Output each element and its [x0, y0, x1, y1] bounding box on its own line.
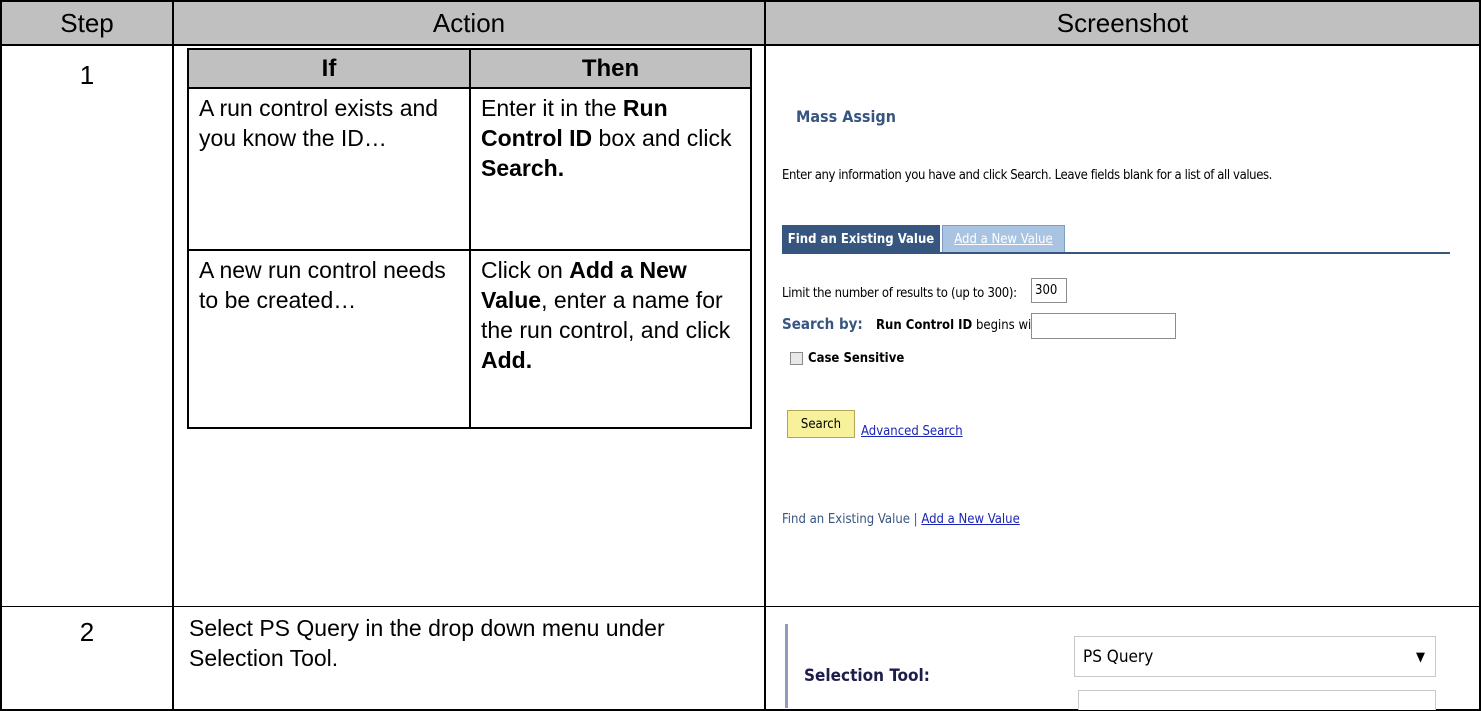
- selection-tool-label: Selection Tool:: [804, 666, 930, 686]
- inner-row2-then-bold2: Add.: [481, 347, 533, 373]
- inner-row2-if: A new run control needs to be created…: [187, 250, 470, 429]
- instructions-text: Enter any information you have and click…: [782, 168, 1272, 183]
- tab-add-new-value[interactable]: Add a New Value: [942, 225, 1065, 253]
- row2-action-cell: Select PS Query in the drop down menu un…: [173, 607, 765, 711]
- search-button[interactable]: Search: [787, 410, 855, 438]
- selection-left-bar: [785, 624, 788, 708]
- header-step-label: Step: [60, 8, 114, 38]
- search-by-label: Search by:: [782, 315, 863, 333]
- selection-next-field: [1078, 690, 1436, 710]
- selection-tool-value: PS Query: [1083, 646, 1154, 667]
- inner-header-if: If: [187, 48, 470, 88]
- selection-tool-dropdown[interactable]: PS Query ▼: [1074, 636, 1436, 677]
- inner-row2-then-pre: Click on: [481, 257, 570, 283]
- header-step: Step: [0, 0, 173, 46]
- inner-row1-if-text: A run control exists and you know the ID…: [199, 95, 439, 151]
- footer-links: Find an Existing Value | Add a New Value: [782, 512, 1020, 527]
- footer-find-existing-link[interactable]: Find an Existing Value: [782, 512, 910, 527]
- tab-add-label: Add a New Value: [954, 231, 1053, 247]
- search-field-name: Run Control ID: [876, 318, 973, 333]
- row1-step-number: 1: [79, 60, 95, 90]
- header-action: Action: [173, 0, 765, 46]
- inner-row2-then: Click on Add a New Value, enter a name f…: [470, 250, 752, 429]
- inner-header-then-label: Then: [581, 54, 640, 82]
- inner-row1-then-pre: Enter it in the: [481, 95, 623, 121]
- tab-find-existing-value[interactable]: Find an Existing Value: [782, 225, 940, 253]
- row2-action-text: Select PS Query in the drop down menu un…: [189, 615, 665, 671]
- case-sensitive-label: Case Sensitive: [808, 351, 905, 366]
- advanced-search-link[interactable]: Advanced Search: [861, 424, 963, 439]
- inner-row1-then: Enter it in the Run Control ID box and c…: [470, 88, 752, 250]
- row1-step-cell: 1: [0, 46, 173, 607]
- run-control-id-input[interactable]: [1031, 313, 1176, 339]
- footer-separator: |: [913, 512, 918, 527]
- tab-underline: [782, 252, 1450, 254]
- inner-row1-then-bold2: Search.: [481, 155, 565, 181]
- inner-header-if-label: If: [321, 54, 337, 82]
- footer-add-new-link[interactable]: Add a New Value: [921, 512, 1019, 527]
- page-title: Mass Assign: [796, 107, 896, 126]
- inner-row1-then-mid: box and click: [592, 125, 732, 151]
- row2-step-number: 2: [79, 617, 95, 647]
- inner-row1-if: A run control exists and you know the ID…: [187, 88, 470, 250]
- header-screenshot-label: Screenshot: [1056, 8, 1189, 38]
- limit-results-label: Limit the number of results to (up to 30…: [782, 286, 1017, 301]
- row2-step-cell: 2: [0, 607, 173, 711]
- limit-results-input[interactable]: 300: [1031, 278, 1067, 303]
- tab-find-label: Find an Existing Value: [787, 231, 935, 247]
- header-screenshot: Screenshot: [765, 0, 1481, 46]
- search-criteria-label: Run Control ID begins with: [876, 318, 1043, 333]
- inner-row2-if-text: A new run control needs to be created…: [199, 257, 446, 313]
- chevron-down-icon: ▼: [1416, 650, 1425, 665]
- header-action-label: Action: [432, 8, 506, 38]
- case-sensitive-checkbox[interactable]: [790, 352, 803, 365]
- inner-header-then: Then: [470, 48, 752, 88]
